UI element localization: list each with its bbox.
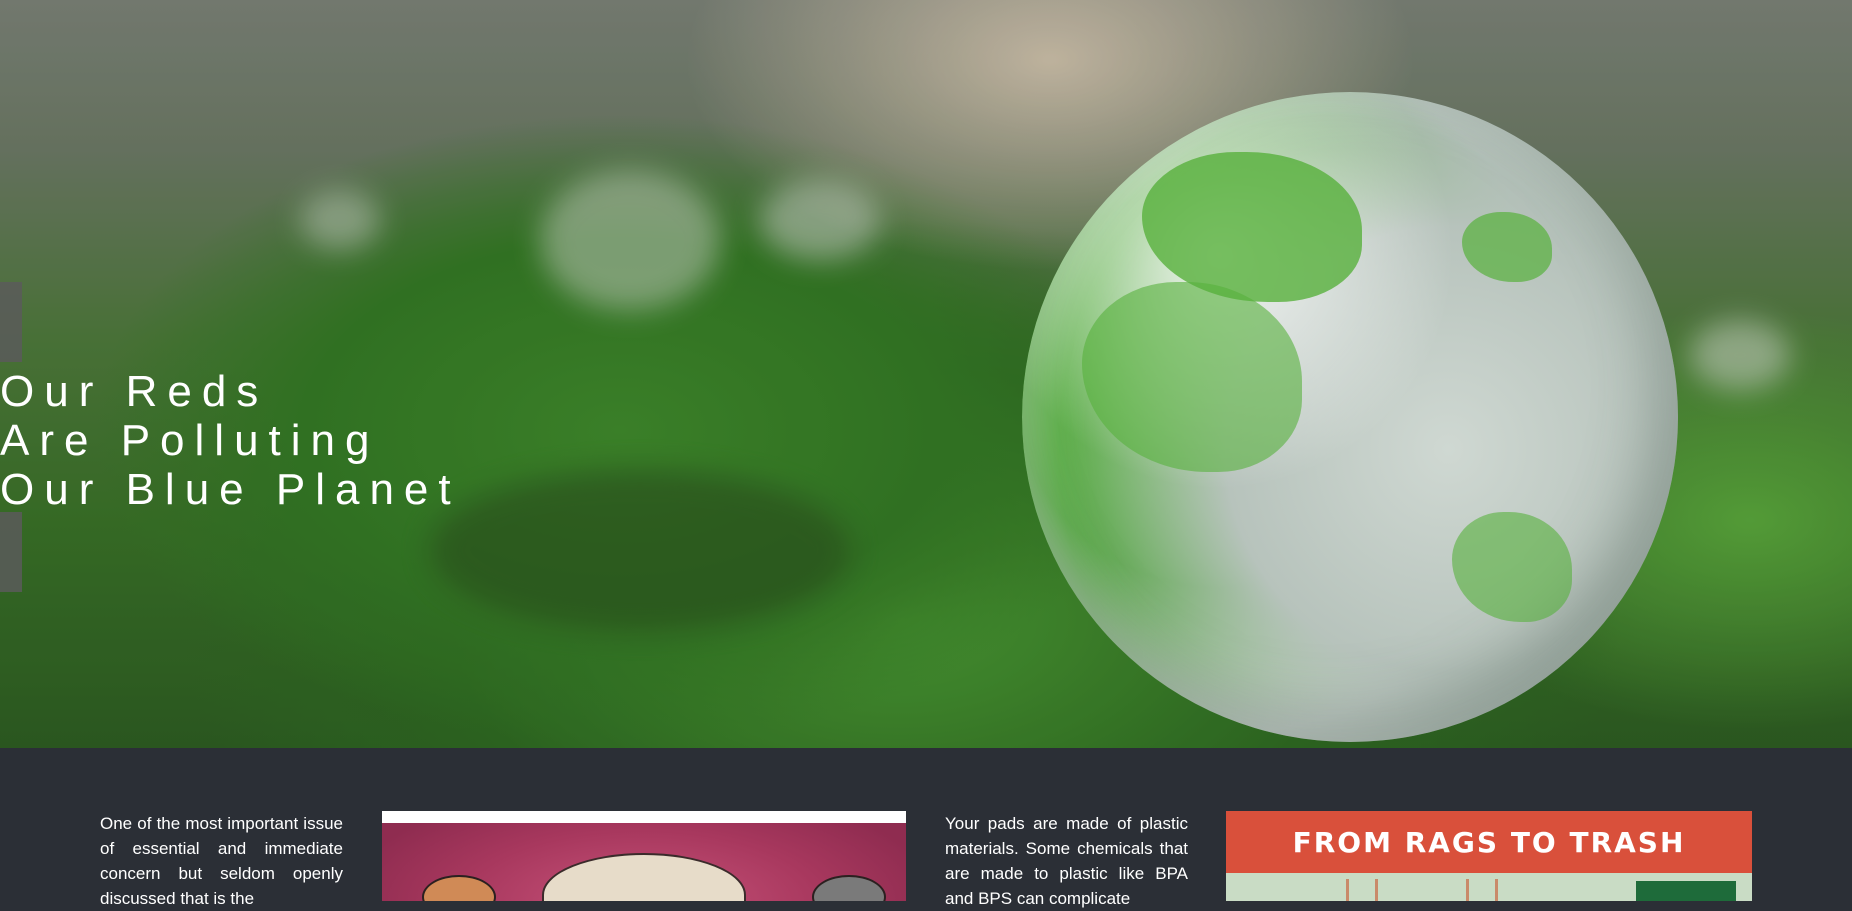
hero-title: Our Reds Are Polluting Our Blue Planet [0, 367, 461, 514]
article-pads-text: Your pads are made of plastic materials.… [945, 814, 1188, 908]
hero-background-highlight [1690, 320, 1790, 390]
globe-continent [1452, 512, 1572, 622]
poster-figure [1346, 879, 1378, 901]
poster-banner-title: FROM RAGS TO TRASH [1292, 825, 1686, 859]
content-section: One of the most important issue of essen… [0, 748, 1852, 908]
hero-background-shadow [430, 470, 850, 630]
cartoon-figure [422, 875, 496, 901]
article-intro-text: One of the most important issue of essen… [100, 814, 343, 908]
hero-title-line-1: Our Reds [0, 367, 269, 416]
cartoon-figure [812, 875, 886, 901]
hero-background-highlight [760, 180, 880, 260]
poster-figure [1466, 879, 1498, 901]
globe-continent [1142, 152, 1362, 302]
poster-box [1636, 881, 1736, 901]
poster-banner: FROM RAGS TO TRASH [1226, 811, 1752, 873]
carousel-prev-tab[interactable] [0, 282, 22, 362]
cartoon-pile [542, 853, 746, 901]
cartoon-illustration-image [382, 811, 906, 901]
hero-background-highlight [540, 170, 720, 310]
rags-to-trash-poster-image: FROM RAGS TO TRASH [1226, 811, 1752, 901]
globe-continent [1462, 212, 1552, 282]
cartoon-background [382, 823, 906, 901]
globe-continent [1082, 282, 1302, 472]
hero-background-highlight [300, 190, 380, 250]
hero-title-line-2: Are Polluting [0, 416, 380, 465]
hero-section: Our Reds Are Polluting Our Blue Planet [0, 0, 1852, 748]
hero-title-line-3: Our Blue Planet [0, 465, 461, 514]
carousel-next-tab[interactable] [0, 512, 22, 592]
glass-globe-image [1022, 92, 1678, 742]
